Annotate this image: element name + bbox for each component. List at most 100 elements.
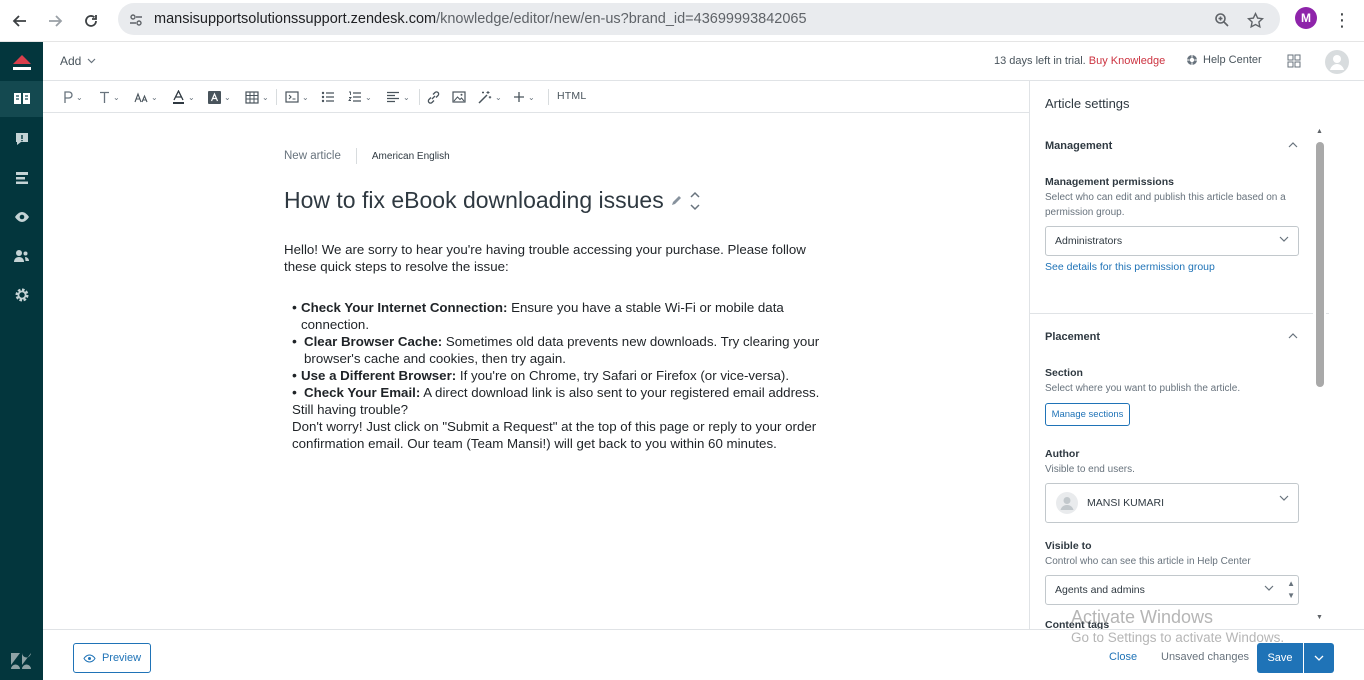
- help-center-icon: [1187, 55, 1197, 65]
- list-item: Check Your Internet Connection: Ensure y…: [292, 299, 824, 333]
- user-avatar[interactable]: [1325, 50, 1349, 74]
- pencil-icon[interactable]: [670, 194, 683, 207]
- site-settings-icon[interactable]: [127, 11, 145, 29]
- browser-profile-avatar[interactable]: M: [1295, 7, 1317, 29]
- magic-wand-icon: [478, 90, 492, 104]
- sidebar-item-users[interactable]: [0, 238, 43, 274]
- link-button[interactable]: [426, 88, 441, 106]
- section-label: Section: [1045, 367, 1083, 379]
- visible-to-label: Visible to: [1045, 540, 1092, 552]
- steps-list: Check Your Internet Connection: Ensure y…: [292, 299, 824, 401]
- save-options-button[interactable]: [1304, 643, 1334, 673]
- preview-button[interactable]: Preview: [73, 643, 151, 673]
- image-button[interactable]: [452, 88, 466, 106]
- text-color-button[interactable]: ⌄: [172, 88, 195, 106]
- list-item: Use a Different Browser: If you're on Ch…: [292, 367, 824, 384]
- visible-to-hint: Control who can see this article in Help…: [1045, 556, 1251, 567]
- zoom-icon[interactable]: [1213, 11, 1231, 29]
- step-title: Check Your Internet Connection:: [301, 300, 508, 315]
- heading-button[interactable]: ⌄: [99, 88, 120, 106]
- reload-icon[interactable]: [78, 8, 104, 34]
- forward-icon[interactable]: [42, 8, 68, 34]
- insert-button[interactable]: ⌄: [513, 88, 535, 106]
- author-hint: Visible to end users.: [1045, 464, 1135, 475]
- scroll-down-icon[interactable]: ▼: [1316, 614, 1323, 621]
- toolbar-divider: [276, 89, 277, 105]
- trial-text: 13 days left in trial.: [994, 55, 1086, 67]
- save-button[interactable]: Save: [1257, 643, 1303, 673]
- visible-to-select[interactable]: Agents and admins ▲ ▼: [1045, 575, 1299, 605]
- html-source-button[interactable]: HTML: [557, 90, 586, 102]
- scroll-thumb[interactable]: [1316, 142, 1324, 387]
- help-center-link[interactable]: Help Center: [1186, 54, 1262, 66]
- browser-menu-icon[interactable]: ⋮: [1333, 8, 1351, 32]
- article-title[interactable]: How to fix eBook downloading issues: [284, 187, 701, 214]
- step-text: If you're on Chrome, try Safari or Firef…: [456, 368, 790, 383]
- chevron-down-icon: [1279, 494, 1289, 505]
- management-heading[interactable]: Management: [1045, 140, 1112, 152]
- chevron-down-icon: [1264, 584, 1274, 595]
- management-permissions-label: Management permissions: [1045, 176, 1174, 188]
- bulleted-list-icon: [321, 91, 334, 103]
- bookmark-star-icon[interactable]: [1246, 11, 1264, 29]
- article-body[interactable]: Hello! We are sorry to hear you're havin…: [284, 241, 824, 452]
- users-icon: [14, 250, 29, 262]
- sidebar-item-view[interactable]: [0, 199, 43, 235]
- sidebar-item-knowledge[interactable]: [0, 81, 43, 117]
- help-center-label: Help Center: [1203, 54, 1262, 66]
- buy-knowledge-link[interactable]: Buy Knowledge: [1089, 55, 1165, 67]
- product-sidebar: [0, 42, 43, 680]
- sidebar-item-arrange[interactable]: [0, 160, 43, 196]
- chevron-up-icon[interactable]: [1288, 331, 1298, 342]
- user-silhouette-icon: [1060, 497, 1074, 510]
- spinner-arrows-icon[interactable]: ▲ ▼: [1287, 578, 1295, 602]
- title-tools: [670, 189, 701, 213]
- permission-details-link[interactable]: See details for this permission group: [1045, 261, 1215, 273]
- article-title-text[interactable]: How to fix eBook downloading issues: [284, 187, 664, 214]
- back-icon[interactable]: [7, 8, 33, 34]
- zendesk-logo-icon[interactable]: [10, 652, 32, 670]
- manage-sections-button[interactable]: Manage sections: [1045, 403, 1130, 426]
- article-intro: Hello! We are sorry to hear you're havin…: [284, 242, 806, 274]
- step-text: A direct download link is also sent to y…: [420, 385, 820, 400]
- ai-magic-button[interactable]: ⌄: [477, 88, 502, 106]
- bulleted-list-button[interactable]: [321, 88, 335, 106]
- table-button[interactable]: ⌄: [245, 88, 269, 106]
- preview-label: Preview: [101, 652, 142, 664]
- author-select[interactable]: MANSI KUMARI: [1045, 483, 1299, 523]
- article-language[interactable]: American English: [372, 151, 450, 162]
- close-link[interactable]: Close: [1109, 651, 1137, 663]
- scroll-up-icon[interactable]: ▲: [1316, 128, 1323, 135]
- article-editor[interactable]: New article American English How to fix …: [43, 113, 1029, 629]
- permissions-value: Administrators: [1055, 235, 1123, 247]
- author-value: MANSI KUMARI: [1087, 497, 1165, 509]
- add-menu-button[interactable]: Add: [60, 54, 96, 68]
- permissions-select[interactable]: Administrators: [1045, 226, 1299, 256]
- title-stepper-icon[interactable]: [689, 189, 701, 213]
- placement-heading[interactable]: Placement: [1045, 331, 1100, 343]
- product-tray-icon[interactable]: [1287, 54, 1301, 73]
- numbered-list-button[interactable]: ⌄: [348, 88, 372, 106]
- unsaved-status: Unsaved changes: [1161, 651, 1250, 663]
- closing-text: Don't worry! Just click on "Submit a Req…: [292, 419, 817, 451]
- step-title: Clear Browser Cache:: [304, 334, 443, 349]
- font-size-button[interactable]: ⌄: [134, 88, 158, 106]
- book-icon: [13, 93, 30, 104]
- still-trouble-text: Still having trouble?: [292, 402, 409, 417]
- sidebar-item-settings[interactable]: [0, 277, 43, 313]
- code-block-button[interactable]: ⌄: [285, 88, 309, 106]
- paragraph-format-button[interactable]: ⌄: [63, 88, 83, 106]
- avatar: [1056, 492, 1078, 514]
- highlight-color-button[interactable]: ⌄: [208, 88, 231, 106]
- article-status: New article: [284, 150, 341, 162]
- zendesk-guide-logo-icon[interactable]: [10, 52, 34, 74]
- sidebar-item-feedback[interactable]: [0, 121, 43, 157]
- image-icon: [452, 91, 466, 103]
- panel-title: Article settings: [1045, 96, 1130, 111]
- eye-icon: [14, 212, 29, 222]
- numbered-list-icon: [348, 91, 361, 102]
- address-bar[interactable]: mansisupportsolutionssupport.zendesk.com…: [118, 3, 1280, 35]
- panel-scrollbar[interactable]: ▲ ▼: [1313, 128, 1326, 626]
- chevron-up-icon[interactable]: [1288, 140, 1298, 151]
- text-align-button[interactable]: ⌄: [386, 88, 410, 106]
